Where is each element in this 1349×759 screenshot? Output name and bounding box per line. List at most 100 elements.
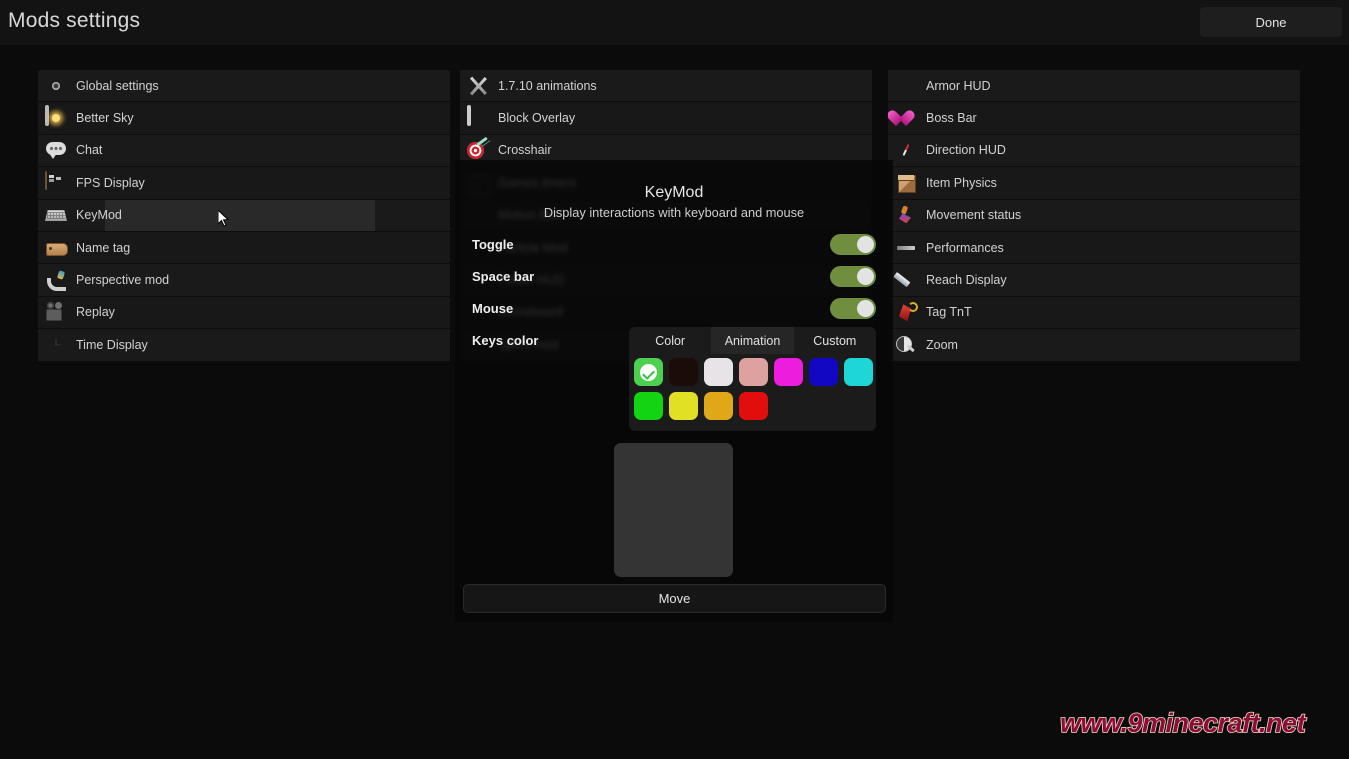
color-swatch-red[interactable]	[739, 392, 768, 420]
color-swatch-black[interactable]	[669, 358, 698, 386]
keymod-preview-box[interactable]	[614, 443, 733, 577]
compass-icon	[895, 139, 917, 161]
color-swatch-gold[interactable]	[704, 392, 733, 420]
chest-icon	[45, 170, 67, 194]
mod-list-item[interactable]: Zoom	[888, 329, 1300, 362]
heart-icon	[895, 107, 917, 129]
sword-blade-icon	[895, 269, 917, 291]
clock-icon	[45, 334, 67, 356]
chat-bubble-icon	[45, 139, 67, 161]
mod-list-item[interactable]: Tag TnT	[888, 296, 1300, 330]
mod-list-item-label: Global settings	[76, 78, 159, 93]
setting-label-toggle: Toggle	[472, 237, 514, 252]
sky-icon	[45, 105, 67, 129]
mod-list-item[interactable]: Reach Display	[888, 264, 1300, 297]
overlay-description: Display interactions with keyboard and m…	[543, 205, 805, 220]
mod-list-item-label: Armor HUD	[926, 78, 991, 93]
mod-list-item-label: Chat	[76, 143, 103, 158]
mod-list-item-label: Name tag	[76, 240, 131, 255]
mod-list-item-label: Tag TnT	[926, 305, 972, 320]
toggle-switch-toggle[interactable]	[830, 234, 876, 255]
color-swatch-bright-green[interactable]	[634, 392, 663, 420]
target-dart-icon	[467, 139, 489, 161]
mod-list-item[interactable]: Name tag	[38, 231, 450, 265]
color-picker-card: Color Animation Custom	[629, 327, 876, 431]
name-tag-icon	[45, 237, 67, 259]
toggle-knob	[857, 236, 874, 253]
mod-list-item[interactable]: KeyMod	[38, 199, 450, 232]
mod-list-item-label: Item Physics	[926, 175, 997, 190]
color-picker-tabs: Color Animation Custom	[629, 327, 876, 354]
color-swatch-green-selected[interactable]	[634, 358, 663, 386]
mod-list-item-label: Reach Display	[926, 273, 1007, 288]
mod-list-left: Global settings Better Sky Chat FPS Display…	[38, 70, 450, 362]
color-swatch-magenta[interactable]	[774, 358, 803, 386]
mod-list-item-label: Replay	[76, 305, 115, 320]
site-watermark: www.9minecraft.net	[1059, 707, 1306, 739]
mod-list-item[interactable]: 1.7.10 animations	[460, 70, 872, 103]
mod-list-item[interactable]: FPS Display	[38, 167, 450, 200]
toggle-knob	[857, 300, 874, 317]
mod-list-item-label: 1.7.10 animations	[498, 78, 597, 93]
mod-list-item-label: Block Overlay	[498, 111, 576, 126]
mod-list-item-label: Performances	[926, 240, 1004, 255]
color-swatch-pink[interactable]	[739, 358, 768, 386]
mod-list-item-label: Zoom	[926, 337, 958, 352]
perspective-icon	[45, 269, 67, 291]
toggle-knob	[857, 268, 874, 285]
color-swatch-grid	[634, 358, 874, 426]
color-picker-tab-custom[interactable]: Custom	[794, 327, 876, 354]
mod-list-right: Armor HUD Boss Bar Direction HUD Item Physi…	[888, 70, 1300, 362]
block-square-icon	[467, 105, 489, 129]
setting-row-mouse: Mouse	[472, 298, 876, 324]
mod-list-item-label: KeyMod	[76, 208, 122, 223]
toggle-switch-space-bar[interactable]	[830, 266, 876, 287]
keyboard-icon	[45, 204, 67, 226]
camera-icon	[45, 301, 67, 323]
color-swatch-row	[634, 392, 874, 420]
color-swatch-row	[634, 358, 874, 386]
mod-list-item[interactable]: Movement status	[888, 199, 1300, 232]
mod-list-item[interactable]: Better Sky	[38, 102, 450, 135]
mod-list-item[interactable]: Armor HUD	[888, 70, 1300, 103]
setting-label-keys-color: Keys color	[472, 333, 539, 348]
color-picker-tab-color[interactable]: Color	[629, 327, 711, 354]
mod-list-item[interactable]: Replay	[38, 296, 450, 330]
magnifier-icon	[895, 334, 917, 356]
gear-icon	[45, 75, 67, 97]
shield-icon	[895, 75, 917, 97]
color-picker-tab-animation[interactable]: Animation	[711, 327, 794, 354]
mod-list-item-label: Direction HUD	[926, 143, 1006, 158]
mod-list-item[interactable]: Perspective mod	[38, 264, 450, 297]
mod-list-item-label: Time Display	[76, 337, 148, 352]
mod-list-item[interactable]: Global settings	[38, 70, 450, 103]
mod-list-item[interactable]: Time Display	[38, 329, 450, 362]
mod-list-item-label: Better Sky	[76, 111, 134, 126]
running-person-icon	[895, 204, 917, 226]
mod-list-item[interactable]: Block Overlay	[460, 102, 872, 135]
mod-list-item-label: Movement status	[926, 208, 1022, 223]
setting-label-space-bar: Space bar	[472, 269, 535, 284]
item-box-icon	[895, 172, 917, 194]
mod-list-item[interactable]: Performances	[888, 231, 1300, 265]
color-swatch-yellow[interactable]	[669, 392, 698, 420]
page-title: Mods settings	[8, 9, 141, 32]
mod-list-item[interactable]: Chat	[38, 134, 450, 168]
color-swatch-cyan[interactable]	[844, 358, 873, 386]
mod-list-item[interactable]: Direction HUD	[888, 134, 1300, 168]
color-swatch-white[interactable]	[704, 358, 733, 386]
mod-list-item-label: FPS Display	[76, 175, 145, 190]
setting-row-toggle: Toggle	[472, 234, 876, 260]
move-button[interactable]: Move	[463, 584, 886, 613]
tnt-icon	[895, 301, 917, 323]
toggle-switch-mouse[interactable]	[830, 298, 876, 319]
color-swatch-blue[interactable]	[809, 358, 838, 386]
mod-list-item-label: Boss Bar	[926, 111, 977, 126]
done-button[interactable]: Done	[1200, 7, 1342, 37]
mods-settings-screen: Mods settings Done Global settings Better…	[0, 0, 1349, 759]
mod-list-item-label: Crosshair	[498, 143, 552, 158]
performance-bar-icon	[895, 237, 917, 259]
mod-list-item[interactable]: Boss Bar	[888, 102, 1300, 135]
mod-list-item[interactable]: Item Physics	[888, 167, 1300, 200]
overlay-title: KeyMod	[644, 184, 704, 201]
